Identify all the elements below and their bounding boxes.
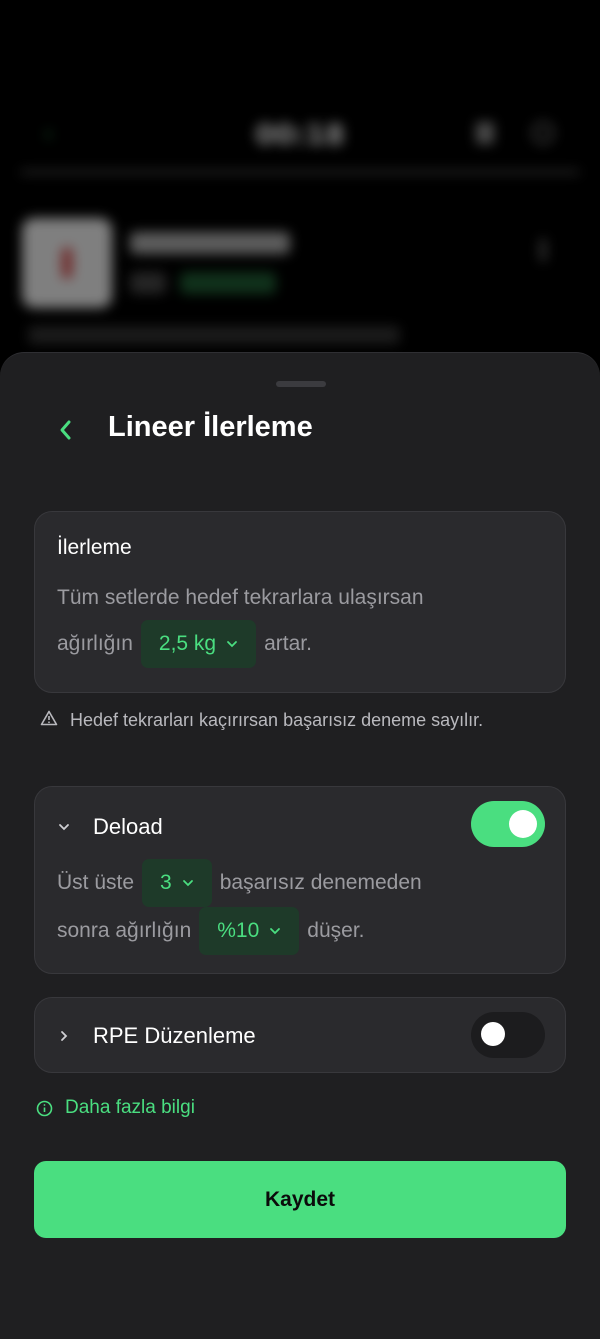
bottom-sheet: Lineer İlerleme İlerleme Tüm setlerde he… bbox=[0, 352, 600, 1339]
rpe-label: RPE Düzenleme bbox=[93, 1023, 256, 1048]
chevron-down-icon bbox=[57, 820, 79, 834]
more-info-link[interactable]: Daha fazla bilgi bbox=[36, 1097, 195, 1119]
background-timer: 00:18 bbox=[255, 118, 345, 151]
rpe-card: RPE Düzenleme bbox=[34, 997, 566, 1073]
deload-percent-value: %10 bbox=[217, 919, 260, 942]
deload-text-line1: Üst üste 3 başarısız denemeden bbox=[57, 859, 422, 907]
background-more-icon bbox=[540, 238, 546, 262]
warning-text: Hedef tekrarları kaçırırsan başarısız de… bbox=[70, 710, 484, 730]
background-header: ‹ 00:18 bbox=[0, 110, 600, 160]
background-exercise-title bbox=[130, 232, 290, 254]
chevron-down-icon bbox=[270, 928, 281, 935]
chevron-left-icon bbox=[60, 420, 71, 440]
deload-text: düşer. bbox=[307, 919, 365, 942]
weight-increment-select[interactable]: 2,5 kg bbox=[140, 620, 257, 668]
deload-text-line2: sonra ağırlığın %10 düşer. bbox=[57, 907, 365, 955]
back-button[interactable] bbox=[50, 415, 80, 445]
chevron-right-icon bbox=[57, 1029, 79, 1043]
rpe-toggle[interactable] bbox=[471, 1012, 545, 1058]
background-workout-screen: ‹ 00:18 bbox=[0, 0, 600, 400]
deload-percent-select[interactable]: %10 bbox=[199, 907, 300, 955]
background-divider bbox=[20, 170, 580, 174]
page-title: Lineer İlerleme bbox=[108, 411, 313, 443]
chevron-down-icon bbox=[182, 880, 193, 887]
deload-toggle[interactable] bbox=[471, 801, 545, 847]
progression-text: ağırlığın bbox=[57, 632, 133, 655]
toggle-knob bbox=[481, 1022, 505, 1046]
deload-attempts-value: 3 bbox=[160, 871, 172, 894]
background-exercise-thumbnail bbox=[22, 218, 112, 308]
progression-text-line1: Tüm setlerde hedef tekrarlara ulaşırsan bbox=[57, 586, 424, 610]
sheet-header: Lineer İlerleme bbox=[0, 409, 600, 453]
progression-card: İlerleme Tüm setlerde hedef tekrarlara u… bbox=[34, 511, 566, 693]
background-chip bbox=[180, 272, 276, 294]
warning-triangle-icon bbox=[40, 710, 58, 726]
progression-text: artar. bbox=[264, 632, 312, 655]
weight-increment-value: 2,5 kg bbox=[158, 632, 217, 655]
more-info-text: Daha fazla bilgi bbox=[65, 1097, 195, 1118]
deload-card: Deload Üst üste 3 başarısız denemeden so… bbox=[34, 786, 566, 974]
info-circle-icon bbox=[36, 1100, 53, 1116]
progression-text: Tüm setlerde hedef tekrarlara ulaşırsan bbox=[57, 586, 424, 609]
progression-heading: İlerleme bbox=[57, 536, 132, 559]
deload-text: başarısız denemeden bbox=[219, 871, 422, 894]
background-action-icon bbox=[532, 122, 554, 144]
toggle-knob bbox=[509, 810, 537, 838]
deload-attempts-select[interactable]: 3 bbox=[142, 859, 212, 907]
save-button[interactable]: Kaydet bbox=[34, 1161, 566, 1238]
background-chip bbox=[130, 272, 166, 294]
deload-label: Deload bbox=[93, 814, 163, 839]
background-action-icon bbox=[476, 122, 494, 144]
chevron-down-icon bbox=[227, 641, 238, 648]
deload-text: sonra ağırlığın bbox=[57, 919, 192, 942]
progression-text-line2: ağırlığın 2,5 kg artar. bbox=[57, 620, 312, 668]
failure-warning: Hedef tekrarları kaçırırsan başarısız de… bbox=[40, 707, 540, 734]
background-note bbox=[28, 326, 400, 344]
deload-text: Üst üste bbox=[57, 871, 135, 894]
sheet-drag-handle[interactable] bbox=[276, 381, 326, 387]
